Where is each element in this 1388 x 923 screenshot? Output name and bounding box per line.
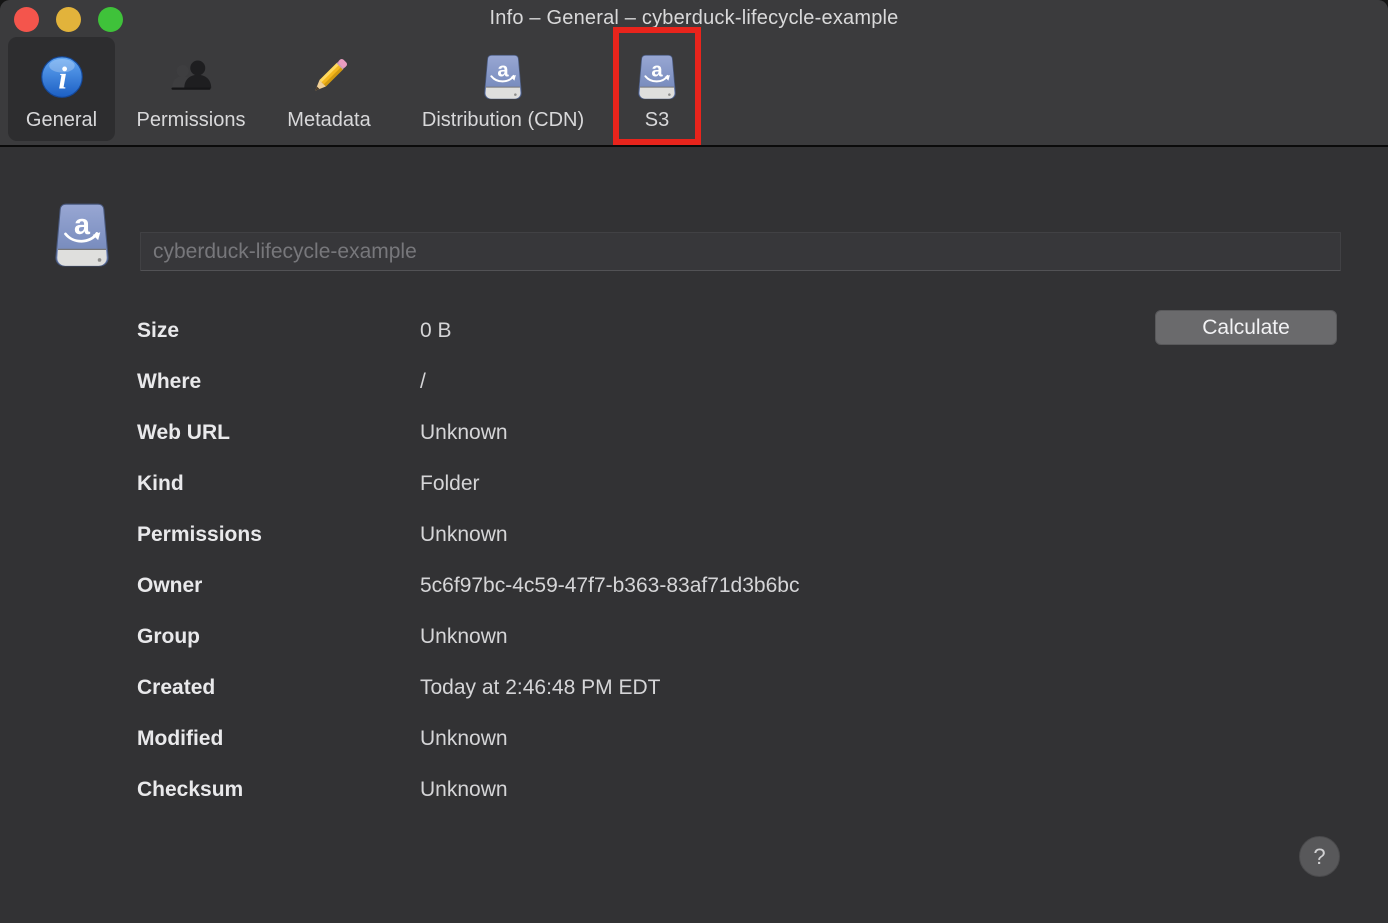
row-value: Today at 2:46:48 PM EDT (420, 676, 660, 699)
tab-permissions[interactable]: Permissions (118, 37, 264, 141)
svg-text:a: a (74, 209, 91, 241)
tab-general[interactable]: i General (8, 37, 115, 141)
calculate-button[interactable]: Calculate (1155, 310, 1337, 345)
row-where: Where/ (137, 356, 1137, 407)
row-group: GroupUnknown (137, 611, 1137, 662)
row-label: Size (137, 305, 420, 356)
row-web-url: Web URLUnknown (137, 407, 1137, 458)
people-icon (167, 53, 215, 101)
filename-input[interactable] (140, 232, 1341, 271)
tab-metadata[interactable]: Metadata (268, 37, 390, 141)
svg-text:i: i (58, 60, 67, 95)
pencil-icon (305, 53, 353, 101)
amazon-drive-icon: a (633, 53, 681, 101)
window-title: Info – General – cyberduck-lifecycle-exa… (0, 7, 1388, 30)
row-label: Group (137, 611, 420, 662)
row-value: 0 B (420, 319, 452, 342)
row-label: Web URL (137, 407, 420, 458)
row-label: Kind (137, 458, 420, 509)
row-label: Owner (137, 560, 420, 611)
svg-text:a: a (497, 59, 509, 81)
tab-label: General (26, 109, 97, 132)
row-label: Where (137, 356, 420, 407)
row-value: Unknown (420, 421, 508, 444)
row-size: Size0 B (137, 305, 1137, 356)
row-modified: ModifiedUnknown (137, 713, 1137, 764)
row-label: Modified (137, 713, 420, 764)
tab-s3[interactable]: a S3 (620, 37, 694, 141)
tab-label: Metadata (287, 109, 370, 132)
row-permissions: PermissionsUnknown (137, 509, 1137, 560)
row-value: 5c6f97bc-4c59-47f7-b363-83af71d3b6bc (420, 574, 799, 597)
tab-label: Distribution (CDN) (422, 109, 584, 132)
row-created: CreatedToday at 2:46:48 PM EDT (137, 662, 1137, 713)
info-icon: i (38, 53, 86, 101)
row-value: Unknown (420, 778, 508, 801)
toolbar-separator (0, 145, 1388, 147)
row-value: Unknown (420, 727, 508, 750)
row-owner: Owner5c6f97bc-4c59-47f7-b363-83af71d3b6b… (137, 560, 1137, 611)
tab-label: Permissions (137, 109, 246, 132)
row-value: / (420, 370, 426, 393)
row-kind: KindFolder (137, 458, 1137, 509)
tab-label: S3 (645, 109, 669, 132)
row-label: Checksum (137, 764, 420, 815)
row-value: Unknown (420, 523, 508, 546)
amazon-drive-icon: a (48, 201, 116, 269)
row-label: Permissions (137, 509, 420, 560)
row-value: Unknown (420, 625, 508, 648)
window-chrome: Info – General – cyberduck-lifecycle-exa… (0, 0, 1388, 145)
row-label: Created (137, 662, 420, 713)
row-value: Folder (420, 472, 480, 495)
amazon-drive-icon: a (479, 53, 527, 101)
tab-distribution-cdn[interactable]: a Distribution (CDN) (393, 37, 613, 141)
svg-text:a: a (651, 59, 663, 81)
row-checksum: ChecksumUnknown (137, 764, 1137, 815)
info-rows: Size0 B Where/ Web URLUnknown KindFolder… (137, 305, 1137, 815)
help-button[interactable]: ? (1299, 836, 1340, 877)
info-window: Info – General – cyberduck-lifecycle-exa… (0, 0, 1388, 923)
